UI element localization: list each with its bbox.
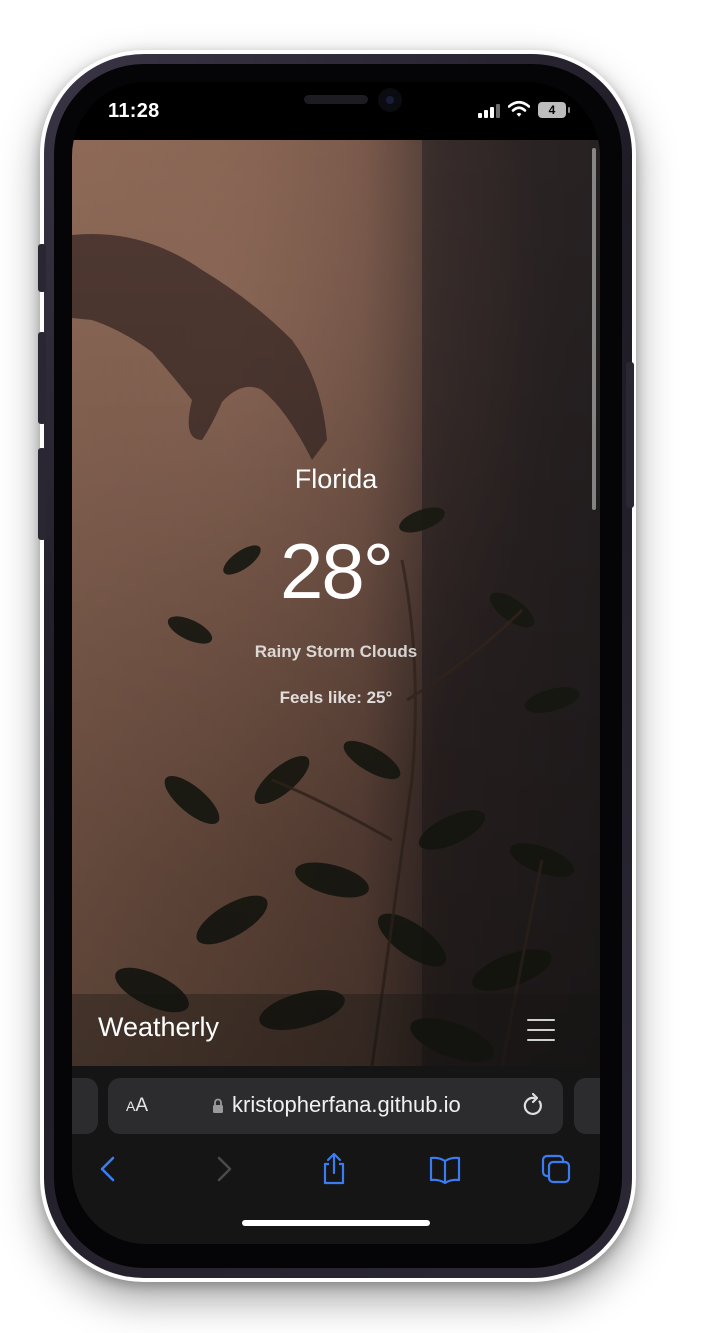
signal-icon: [478, 104, 500, 118]
safari-toolbar: AA kristopherfana.github.io: [72, 1066, 600, 1244]
address-bar[interactable]: AA kristopherfana.github.io: [108, 1078, 563, 1134]
forward-icon[interactable]: [206, 1152, 240, 1186]
reload-icon[interactable]: [522, 1092, 546, 1118]
notch: [198, 82, 474, 126]
volume-down-button: [38, 448, 46, 540]
silent-switch: [38, 244, 46, 292]
share-icon[interactable]: [317, 1152, 351, 1186]
volume-up-button: [38, 332, 46, 424]
menu-icon[interactable]: [527, 1019, 555, 1041]
camera-icon: [378, 88, 402, 112]
page-scrollbar[interactable]: [592, 148, 596, 510]
phone-screen: 11:28 4 Florida 28° Rainy Storm Clouds F…: [72, 82, 600, 1244]
lock-icon: [213, 1098, 223, 1113]
site-navbar: Weatherly: [72, 994, 600, 1066]
city-name: Florida: [294, 464, 378, 494]
tabs-icon[interactable]: [539, 1152, 573, 1186]
weather-condition: Rainy Storm Clouds: [254, 642, 418, 661]
wifi-icon: [508, 100, 530, 117]
battery-icon: 4: [538, 102, 570, 118]
brand-logo[interactable]: Weatherly: [98, 1012, 219, 1043]
url-text[interactable]: kristopherfana.github.io: [232, 1092, 461, 1118]
speaker-grille: [304, 95, 368, 104]
back-icon[interactable]: [92, 1152, 126, 1186]
temperature: 28°: [280, 527, 394, 615]
status-time: 11:28: [108, 100, 160, 122]
home-indicator[interactable]: [242, 1220, 430, 1226]
previous-tab-preview[interactable]: [72, 1078, 98, 1134]
feels-like: Feels like: 25°: [279, 688, 393, 707]
status-bar: 11:28 4: [72, 82, 600, 140]
text-size-button[interactable]: AA: [126, 1095, 148, 1117]
power-button: [626, 362, 634, 508]
bookmarks-icon[interactable]: [428, 1152, 462, 1186]
weather-page: Florida 28° Rainy Storm Clouds Feels lik…: [72, 140, 600, 1066]
next-tab-preview[interactable]: [574, 1078, 600, 1134]
